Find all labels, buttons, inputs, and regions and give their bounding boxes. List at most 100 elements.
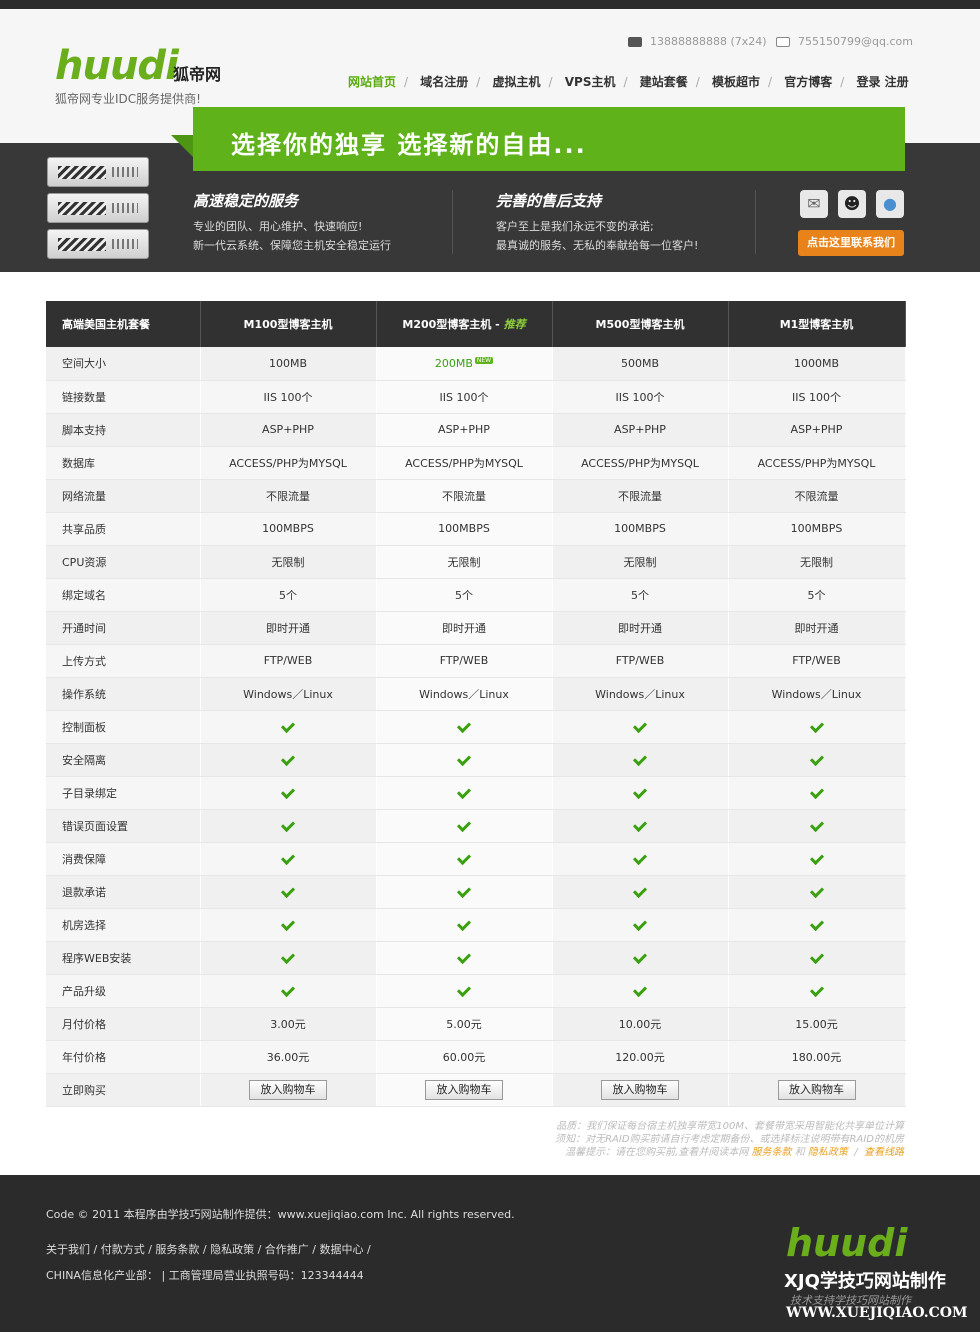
row-label: 操作系统 (46, 677, 201, 711)
table-cell: FTP/WEB (728, 644, 906, 678)
row-label: 空间大小 (46, 347, 201, 381)
row-label: 月付价格 (46, 1007, 201, 1041)
table-row: 退款承诺 (46, 875, 906, 909)
add-to-cart-button[interactable]: 放入购物车 (601, 1079, 679, 1100)
row-label: 子目录绑定 (46, 776, 201, 810)
table-row: 子目录绑定 (46, 776, 906, 810)
table-row: 程序WEB安装 (46, 941, 906, 975)
nav-home[interactable]: 网站首页 (348, 73, 396, 90)
table-cell (376, 776, 553, 810)
feature-text: 最真诚的服务、无私的奉献给每一位客户! (496, 239, 699, 252)
check-icon (280, 718, 296, 734)
link-lines[interactable]: 查看线路 (864, 1147, 904, 1158)
price-cell: 5.00元 (376, 1007, 553, 1041)
nav-vps[interactable]: VPS主机 (565, 73, 616, 90)
price-cell: 180.00元 (728, 1040, 906, 1074)
table-cell: 5个 (728, 578, 906, 612)
row-label: 退款承诺 (46, 875, 201, 909)
table-cell: ACCESS/PHP为MYSQL (200, 446, 377, 480)
footer-logo[interactable]: huudi (786, 1221, 907, 1265)
table-cell: 100MBPS (200, 512, 377, 546)
table-row: 错误页面设置 (46, 809, 906, 843)
table-cell: FTP/WEB (200, 644, 377, 678)
table-cell: 100MBPS (552, 512, 729, 546)
row-label: 年付价格 (46, 1040, 201, 1074)
add-to-cart-button[interactable]: 放入购物车 (425, 1079, 503, 1100)
check-icon (632, 718, 648, 734)
server-icon (47, 229, 149, 259)
phone-number: 13888888888 (7x24) (650, 35, 767, 48)
nav-domain[interactable]: 域名注册 (420, 73, 468, 90)
table-cell: IIS 100个 (376, 380, 553, 414)
price-cell: 120.00元 (552, 1040, 729, 1074)
table-cell: 即时开通 (552, 611, 729, 645)
check-icon (809, 751, 824, 767)
nav-blog[interactable]: 官方博客 (784, 73, 832, 90)
row-label: 开通时间 (46, 611, 201, 645)
add-to-cart-button[interactable]: 放入购物车 (249, 1079, 327, 1100)
table-cell (728, 842, 906, 876)
check-icon (809, 883, 824, 899)
license: CHINA信息化产业部： | 工商管理局营业执照号码：123344444 (46, 1269, 364, 1282)
table-row: 绑定域名 5个 5个 5个 5个 (46, 578, 906, 612)
check-icon (280, 982, 296, 998)
logo[interactable]: huudi 狐帝网 狐帝网专业IDC服务提供商! (55, 43, 221, 106)
plan-header: M100型博客主机 (200, 301, 377, 347)
footer-links[interactable]: 关于我们 / 付款方式 / 服务条款 / 隐私政策 / 合作推广 / 数据中心 … (46, 1241, 371, 1257)
contact-us-button[interactable]: 点击这里联系我们 (798, 230, 904, 256)
nav-templates[interactable]: 模板超市 (712, 73, 760, 90)
check-icon (632, 751, 648, 767)
qq-icon[interactable]: ☻ (838, 190, 866, 218)
table-cell (728, 710, 906, 744)
copyright: Code © 2011 本程序由学技巧网站制作提供：www.xuejiqiao.… (46, 1208, 515, 1221)
row-label: 链接数量 (46, 380, 201, 414)
table-cell (728, 743, 906, 777)
message-icon[interactable]: ✉ (800, 190, 828, 218)
check-icon (632, 817, 648, 833)
note-quality: 品质：我们保证每台宿主机独享带宽100M、套餐带宽采用智能化共享单位计算 (556, 1121, 904, 1132)
table-cell (552, 842, 729, 876)
chat-bubble-icon[interactable]: ● (876, 190, 904, 218)
nav-site-package[interactable]: 建站套餐 (640, 73, 688, 90)
table-cell (200, 941, 377, 975)
email-contact: 755150799@qq.com (776, 35, 913, 48)
table-cell: IIS 100个 (552, 380, 729, 414)
divider (452, 190, 453, 254)
check-icon (632, 784, 648, 800)
table-cell: 100MBPS (376, 512, 553, 546)
nav-virtual-host[interactable]: 虚拟主机 (493, 73, 541, 90)
check-icon (809, 784, 824, 800)
table-row: 链接数量 IIS 100个 IIS 100个 IIS 100个 IIS 100个 (46, 380, 906, 414)
note-raid: 须知：对无RAID购买前请自行考虑定期备份、或选择标注说明带有RAID的机房 (555, 1134, 904, 1145)
table-cell: ASP+PHP (552, 413, 729, 447)
server-icon (47, 157, 149, 187)
logo-cn: 狐帝网 (173, 65, 222, 84)
link-privacy[interactable]: 隐私政策 (808, 1147, 848, 1158)
check-icon (632, 982, 648, 998)
table-cell: 不限流量 (376, 479, 553, 513)
add-to-cart-button[interactable]: 放入购物车 (777, 1079, 856, 1100)
check-icon (280, 850, 296, 866)
row-label: 安全隔离 (46, 743, 201, 777)
link-terms[interactable]: 服务条款 (752, 1147, 792, 1158)
check-icon (809, 916, 824, 932)
table-cell: 200MB NEW (376, 347, 553, 381)
table-cell: 无限制 (552, 545, 729, 579)
logo-text: huudi (55, 43, 179, 89)
table-corner: 高端美国主机套餐 (46, 301, 201, 347)
feature-stable: 高速稳定的服务 专业的团队、用心维护、快速响应! 新一代云系统、保障您主机安全稳… (193, 190, 391, 255)
table-cell: 1000MB (728, 347, 906, 381)
table-cell (376, 941, 553, 975)
table-cell: 无限制 (376, 545, 553, 579)
table-cell: 无限制 (728, 545, 906, 579)
check-icon (809, 949, 824, 965)
nav-login-register[interactable]: 登录 注册 (856, 73, 908, 90)
table-cell: 无限制 (200, 545, 377, 579)
email-address[interactable]: 755150799@qq.com (798, 35, 913, 48)
table-row: 上传方式 FTP/WEB FTP/WEB FTP/WEB FTP/WEB (46, 644, 906, 678)
table-cell (552, 908, 729, 942)
price-cell: 3.00元 (200, 1007, 377, 1041)
table-row: 控制面板 (46, 710, 906, 744)
table-row: 消费保障 (46, 842, 906, 876)
watermark-title: XJQ学技巧网站制作 (784, 1271, 946, 1292)
